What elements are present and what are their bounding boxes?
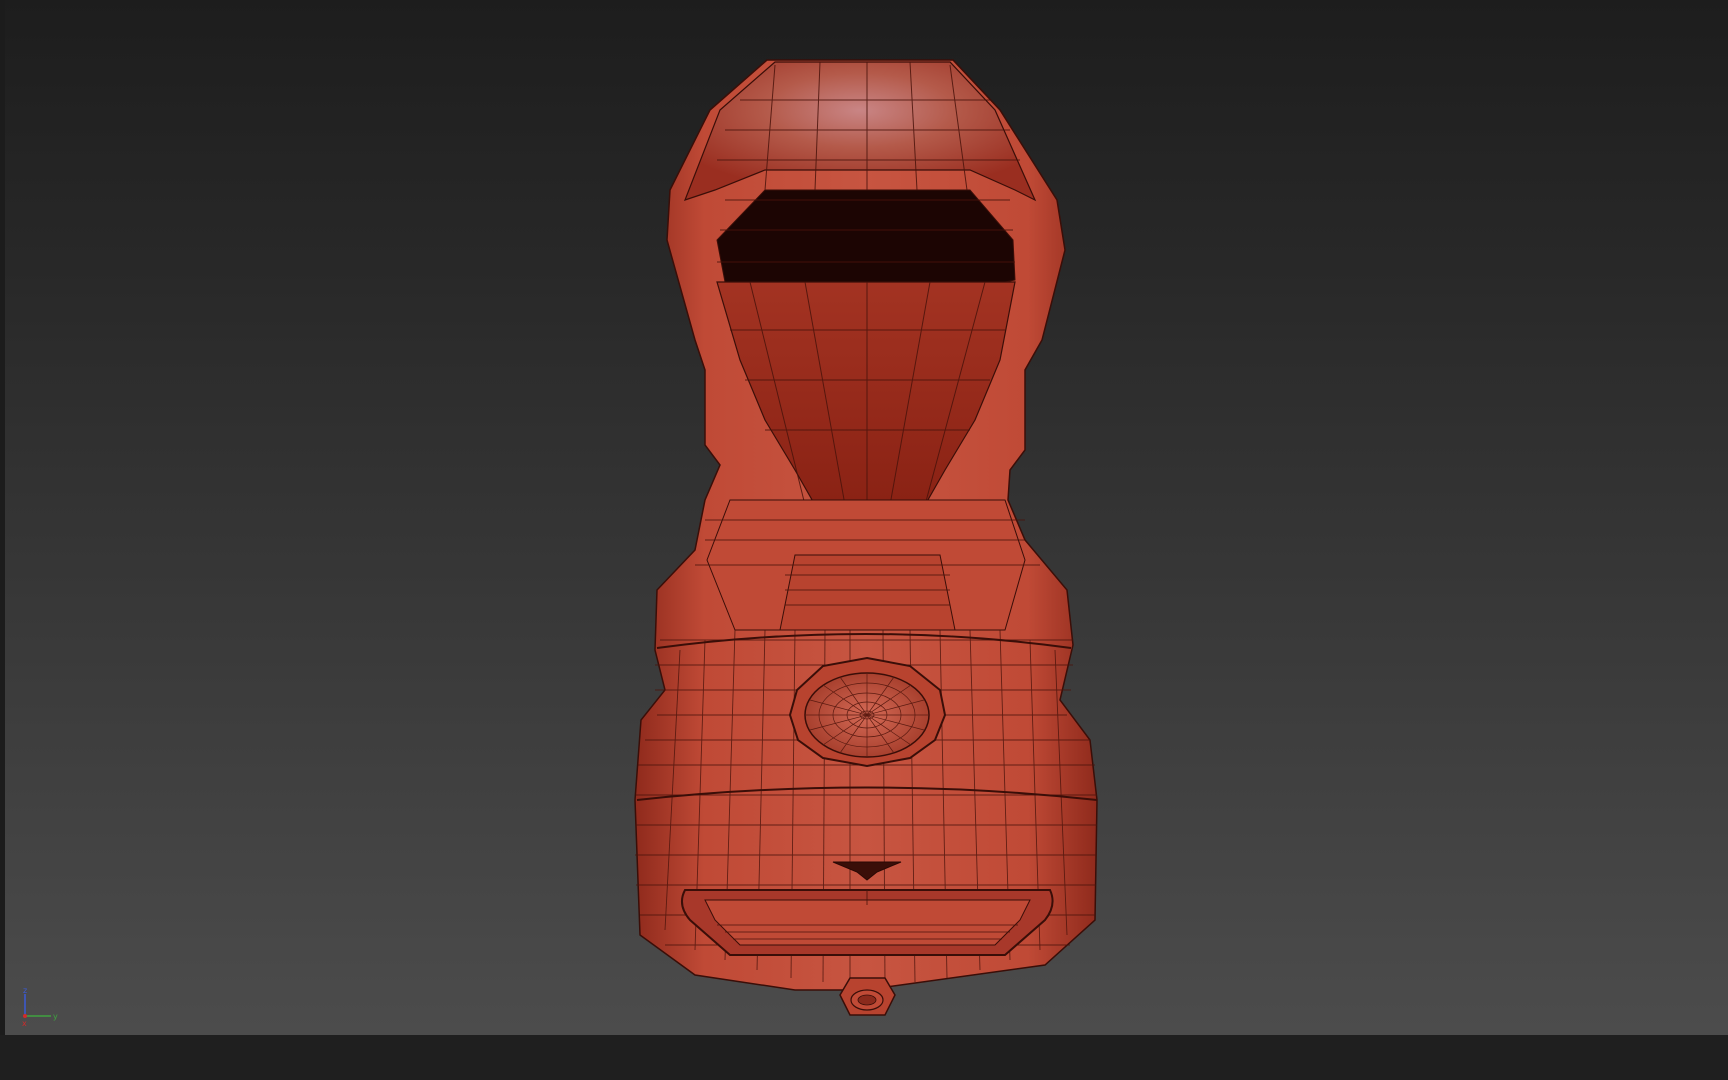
x-axis-label: x — [22, 1019, 27, 1026]
3d-viewport[interactable]: z y x — [5, 0, 1728, 1035]
hood-fan-vent — [788, 656, 947, 768]
tow-hook — [839, 977, 896, 1016]
viewport-bottom-border — [0, 1035, 1728, 1080]
y-axis-label: y — [53, 1012, 58, 1021]
x-axis-dot — [23, 1014, 27, 1018]
rear-window — [716, 189, 1016, 283]
front-grille — [680, 889, 1054, 956]
cowl-vent — [779, 554, 956, 631]
z-axis-label: z — [23, 986, 27, 995]
axis-gizmo: z y x — [22, 986, 58, 1026]
car-model-wireframe[interactable] — [5, 0, 1728, 1035]
